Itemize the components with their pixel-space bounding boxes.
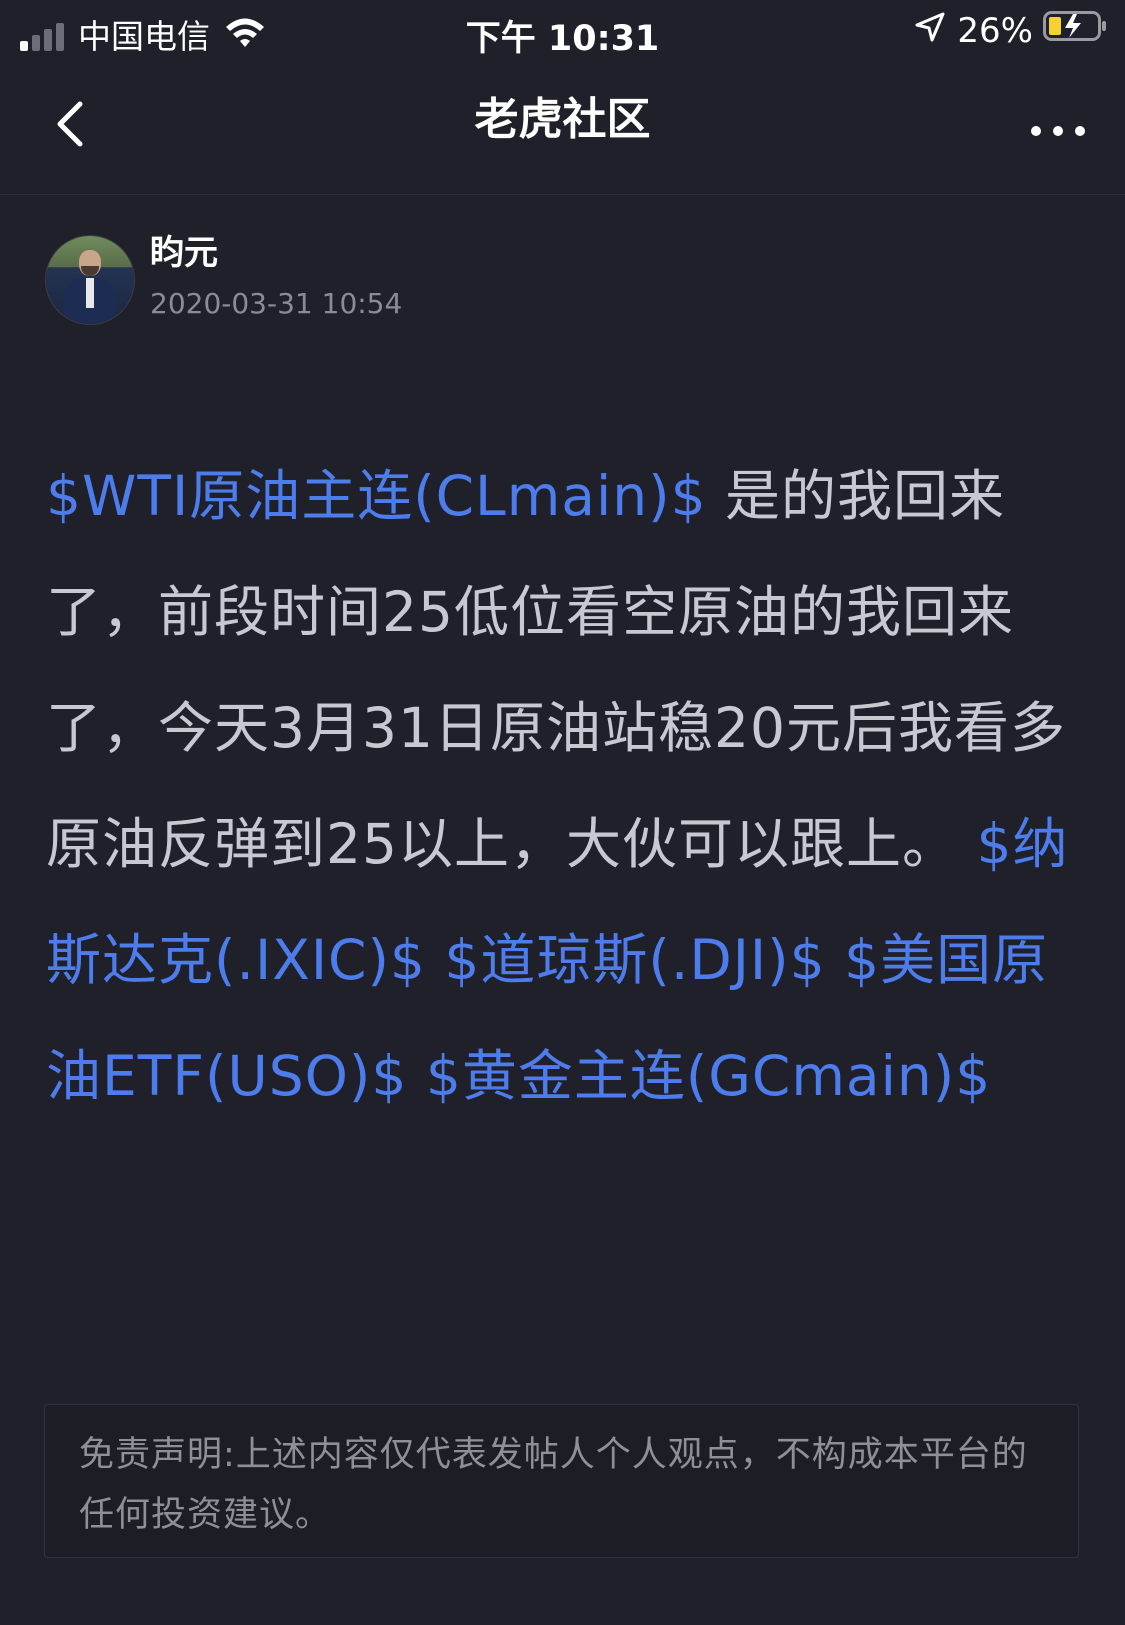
page-title: 老虎社区 (474, 94, 651, 145)
stock-tag-link[interactable]: $WTI原油主连(CLmain)$ (46, 464, 707, 528)
post-body: $WTI原油主连(CLmain)$ 是的我回来了，前段时间25低位看空原油的我回… (46, 438, 1086, 1134)
author-name[interactable]: 盷元 (150, 225, 218, 274)
more-dot-icon (1075, 126, 1085, 136)
avatar[interactable] (45, 235, 135, 325)
author-header: 盷元 2020-03-31 10:54 (0, 195, 1125, 345)
status-bar: 中国电信 下午 10:31 26% (0, 0, 1125, 64)
post-text (826, 928, 844, 992)
more-dot-icon (1053, 126, 1063, 136)
stock-tag-link[interactable]: $黄金主连(GCmain)$ (426, 1044, 991, 1108)
disclaimer-text: 免责声明:上述内容仅代表发帖人个人观点，不构成本平台的任何投资建议。 (79, 1435, 1028, 1535)
post-text (426, 928, 444, 992)
stock-tag-link[interactable]: $道琼斯(.DJI)$ (444, 928, 825, 992)
more-dot-icon (1031, 126, 1041, 136)
post-text (407, 1044, 425, 1108)
battery-percent: 26% (957, 10, 1033, 51)
location-arrow-icon (915, 11, 945, 51)
status-right: 26% (915, 10, 1107, 51)
battery-icon (1043, 10, 1107, 51)
disclaimer-box: 免责声明:上述内容仅代表发帖人个人观点，不构成本平台的任何投资建议。 (44, 1404, 1079, 1558)
nav-bar: 老虎社区 (0, 64, 1125, 195)
post-timestamp: 2020-03-31 10:54 (150, 287, 403, 320)
more-options-button[interactable] (1031, 116, 1085, 146)
